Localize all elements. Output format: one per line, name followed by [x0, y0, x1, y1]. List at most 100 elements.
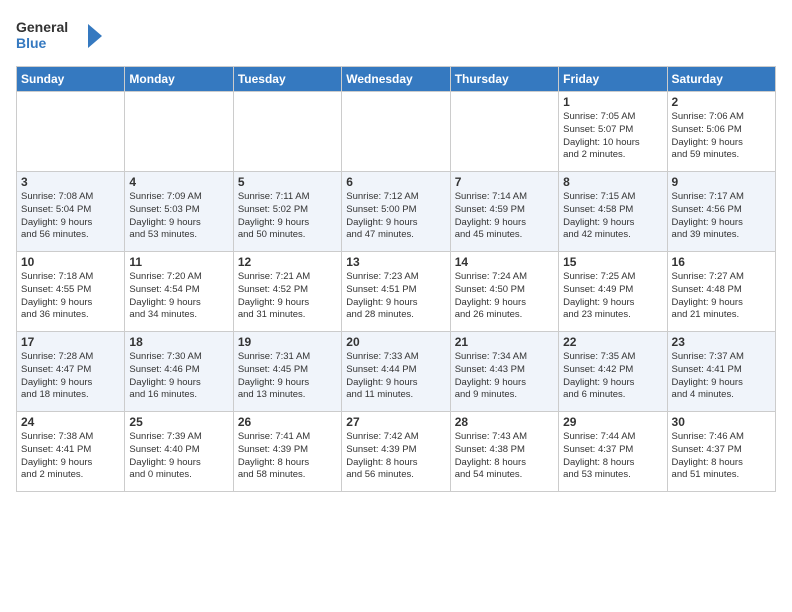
day-info: Sunrise: 7:37 AM Sunset: 4:41 PM Dayligh…: [672, 351, 771, 402]
calendar-cell: [233, 92, 341, 172]
calendar-cell: 15Sunrise: 7:25 AM Sunset: 4:49 PM Dayli…: [559, 252, 667, 332]
day-info: Sunrise: 7:23 AM Sunset: 4:51 PM Dayligh…: [346, 271, 445, 322]
day-info: Sunrise: 7:05 AM Sunset: 5:07 PM Dayligh…: [563, 111, 662, 162]
calendar-cell: 7 Sunrise: 7:14 AM Sunset: 4:59 PM Daylig…: [450, 172, 558, 252]
day-info: Sunrise: 7:43 AM Sunset: 4:38 PM Dayligh…: [455, 431, 554, 482]
day-info: Sunrise: 7:30 AM Sunset: 4:46 PM Dayligh…: [129, 351, 228, 402]
calendar-cell: 22 Sunrise: 7:35 AM Sunset: 4:42 PM Dayli…: [559, 332, 667, 412]
day-info: Sunrise: 7:34 AM Sunset: 4:43 PM Dayligh…: [455, 351, 554, 402]
weekday-header-tuesday: Tuesday: [233, 67, 341, 92]
calendar-week-row: 3 Sunrise: 7:08 AM Sunset: 5:04 PM Daylig…: [17, 172, 776, 252]
weekday-header-wednesday: Wednesday: [342, 67, 450, 92]
day-info: Sunrise: 7:27 AM Sunset: 4:48 PM Dayligh…: [672, 271, 771, 322]
day-number: 29: [563, 415, 662, 429]
logo: GeneralBlue: [16, 16, 106, 56]
day-info: Sunrise: 7:11 AM Sunset: 5:02 PM Dayligh…: [238, 191, 337, 242]
day-info: Sunrise: 7:39 AM Sunset: 4:40 PM Dayligh…: [129, 431, 228, 482]
calendar-cell: [17, 92, 125, 172]
calendar-cell: 27 Sunrise: 7:42 AM Sunset: 4:39 PM Dayli…: [342, 412, 450, 492]
calendar-table: SundayMondayTuesdayWednesdayThursdayFrid…: [16, 66, 776, 492]
day-number: 4: [129, 175, 228, 189]
day-number: 26: [238, 415, 337, 429]
weekday-header-sunday: Sunday: [17, 67, 125, 92]
calendar-cell: 26 Sunrise: 7:41 AM Sunset: 4:39 PM Dayli…: [233, 412, 341, 492]
calendar-cell: 28 Sunrise: 7:43 AM Sunset: 4:38 PM Dayli…: [450, 412, 558, 492]
day-info: Sunrise: 7:12 AM Sunset: 5:00 PM Dayligh…: [346, 191, 445, 242]
weekday-header-thursday: Thursday: [450, 67, 558, 92]
day-number: 18: [129, 335, 228, 349]
calendar-cell: 2Sunrise: 7:06 AM Sunset: 5:06 PM Daylig…: [667, 92, 775, 172]
day-number: 30: [672, 415, 771, 429]
day-info: Sunrise: 7:46 AM Sunset: 4:37 PM Dayligh…: [672, 431, 771, 482]
calendar-cell: 8 Sunrise: 7:15 AM Sunset: 4:58 PM Daylig…: [559, 172, 667, 252]
day-info: Sunrise: 7:33 AM Sunset: 4:44 PM Dayligh…: [346, 351, 445, 402]
day-number: 24: [21, 415, 120, 429]
calendar-cell: 9 Sunrise: 7:17 AM Sunset: 4:56 PM Daylig…: [667, 172, 775, 252]
day-info: Sunrise: 7:38 AM Sunset: 4:41 PM Dayligh…: [21, 431, 120, 482]
day-number: 28: [455, 415, 554, 429]
day-number: 17: [21, 335, 120, 349]
calendar-week-row: 17Sunrise: 7:28 AM Sunset: 4:47 PM Dayli…: [17, 332, 776, 412]
day-info: Sunrise: 7:25 AM Sunset: 4:49 PM Dayligh…: [563, 271, 662, 322]
calendar-cell: 18 Sunrise: 7:30 AM Sunset: 4:46 PM Dayli…: [125, 332, 233, 412]
calendar-cell: 1 Sunrise: 7:05 AM Sunset: 5:07 PM Daylig…: [559, 92, 667, 172]
svg-text:Blue: Blue: [16, 35, 47, 51]
day-number: 7: [455, 175, 554, 189]
day-info: Sunrise: 7:42 AM Sunset: 4:39 PM Dayligh…: [346, 431, 445, 482]
day-number: 14: [455, 255, 554, 269]
day-number: 20: [346, 335, 445, 349]
calendar-cell: 20 Sunrise: 7:33 AM Sunset: 4:44 PM Dayli…: [342, 332, 450, 412]
day-info: Sunrise: 7:15 AM Sunset: 4:58 PM Dayligh…: [563, 191, 662, 242]
day-number: 1: [563, 95, 662, 109]
day-info: Sunrise: 7:09 AM Sunset: 5:03 PM Dayligh…: [129, 191, 228, 242]
page-container: GeneralBlue SundayMondayTuesdayWednesday…: [0, 0, 792, 502]
day-number: 16: [672, 255, 771, 269]
weekday-header-friday: Friday: [559, 67, 667, 92]
calendar-cell: 30 Sunrise: 7:46 AM Sunset: 4:37 PM Dayli…: [667, 412, 775, 492]
calendar-cell: [450, 92, 558, 172]
day-number: 8: [563, 175, 662, 189]
day-info: Sunrise: 7:14 AM Sunset: 4:59 PM Dayligh…: [455, 191, 554, 242]
calendar-cell: 17Sunrise: 7:28 AM Sunset: 4:47 PM Dayli…: [17, 332, 125, 412]
weekday-header-saturday: Saturday: [667, 67, 775, 92]
day-info: Sunrise: 7:21 AM Sunset: 4:52 PM Dayligh…: [238, 271, 337, 322]
page-header: GeneralBlue: [16, 16, 776, 56]
day-number: 27: [346, 415, 445, 429]
day-number: 19: [238, 335, 337, 349]
day-info: Sunrise: 7:17 AM Sunset: 4:56 PM Dayligh…: [672, 191, 771, 242]
calendar-cell: 11Sunrise: 7:20 AM Sunset: 4:54 PM Dayli…: [125, 252, 233, 332]
day-number: 6: [346, 175, 445, 189]
day-number: 12: [238, 255, 337, 269]
calendar-cell: 19 Sunrise: 7:31 AM Sunset: 4:45 PM Dayli…: [233, 332, 341, 412]
day-info: Sunrise: 7:24 AM Sunset: 4:50 PM Dayligh…: [455, 271, 554, 322]
day-info: Sunrise: 7:44 AM Sunset: 4:37 PM Dayligh…: [563, 431, 662, 482]
day-info: Sunrise: 7:41 AM Sunset: 4:39 PM Dayligh…: [238, 431, 337, 482]
calendar-cell: 3 Sunrise: 7:08 AM Sunset: 5:04 PM Daylig…: [17, 172, 125, 252]
calendar-cell: 13 Sunrise: 7:23 AM Sunset: 4:51 PM Dayli…: [342, 252, 450, 332]
weekday-header-monday: Monday: [125, 67, 233, 92]
calendar-cell: 24 Sunrise: 7:38 AM Sunset: 4:41 PM Dayli…: [17, 412, 125, 492]
calendar-cell: 29 Sunrise: 7:44 AM Sunset: 4:37 PM Dayli…: [559, 412, 667, 492]
calendar-week-row: 24 Sunrise: 7:38 AM Sunset: 4:41 PM Dayli…: [17, 412, 776, 492]
calendar-cell: 10Sunrise: 7:18 AM Sunset: 4:55 PM Dayli…: [17, 252, 125, 332]
calendar-week-row: 1 Sunrise: 7:05 AM Sunset: 5:07 PM Daylig…: [17, 92, 776, 172]
day-number: 23: [672, 335, 771, 349]
day-number: 3: [21, 175, 120, 189]
calendar-cell: 21 Sunrise: 7:34 AM Sunset: 4:43 PM Dayli…: [450, 332, 558, 412]
day-number: 5: [238, 175, 337, 189]
day-number: 13: [346, 255, 445, 269]
day-number: 11: [129, 255, 228, 269]
calendar-cell: 16 Sunrise: 7:27 AM Sunset: 4:48 PM Dayli…: [667, 252, 775, 332]
day-number: 9: [672, 175, 771, 189]
day-number: 21: [455, 335, 554, 349]
day-info: Sunrise: 7:31 AM Sunset: 4:45 PM Dayligh…: [238, 351, 337, 402]
day-info: Sunrise: 7:08 AM Sunset: 5:04 PM Dayligh…: [21, 191, 120, 242]
day-info: Sunrise: 7:35 AM Sunset: 4:42 PM Dayligh…: [563, 351, 662, 402]
day-number: 22: [563, 335, 662, 349]
day-info: Sunrise: 7:18 AM Sunset: 4:55 PM Dayligh…: [21, 271, 120, 322]
calendar-cell: 4 Sunrise: 7:09 AM Sunset: 5:03 PM Daylig…: [125, 172, 233, 252]
calendar-cell: 14 Sunrise: 7:24 AM Sunset: 4:50 PM Dayli…: [450, 252, 558, 332]
weekday-header-row: SundayMondayTuesdayWednesdayThursdayFrid…: [17, 67, 776, 92]
day-number: 25: [129, 415, 228, 429]
calendar-cell: 23 Sunrise: 7:37 AM Sunset: 4:41 PM Dayli…: [667, 332, 775, 412]
